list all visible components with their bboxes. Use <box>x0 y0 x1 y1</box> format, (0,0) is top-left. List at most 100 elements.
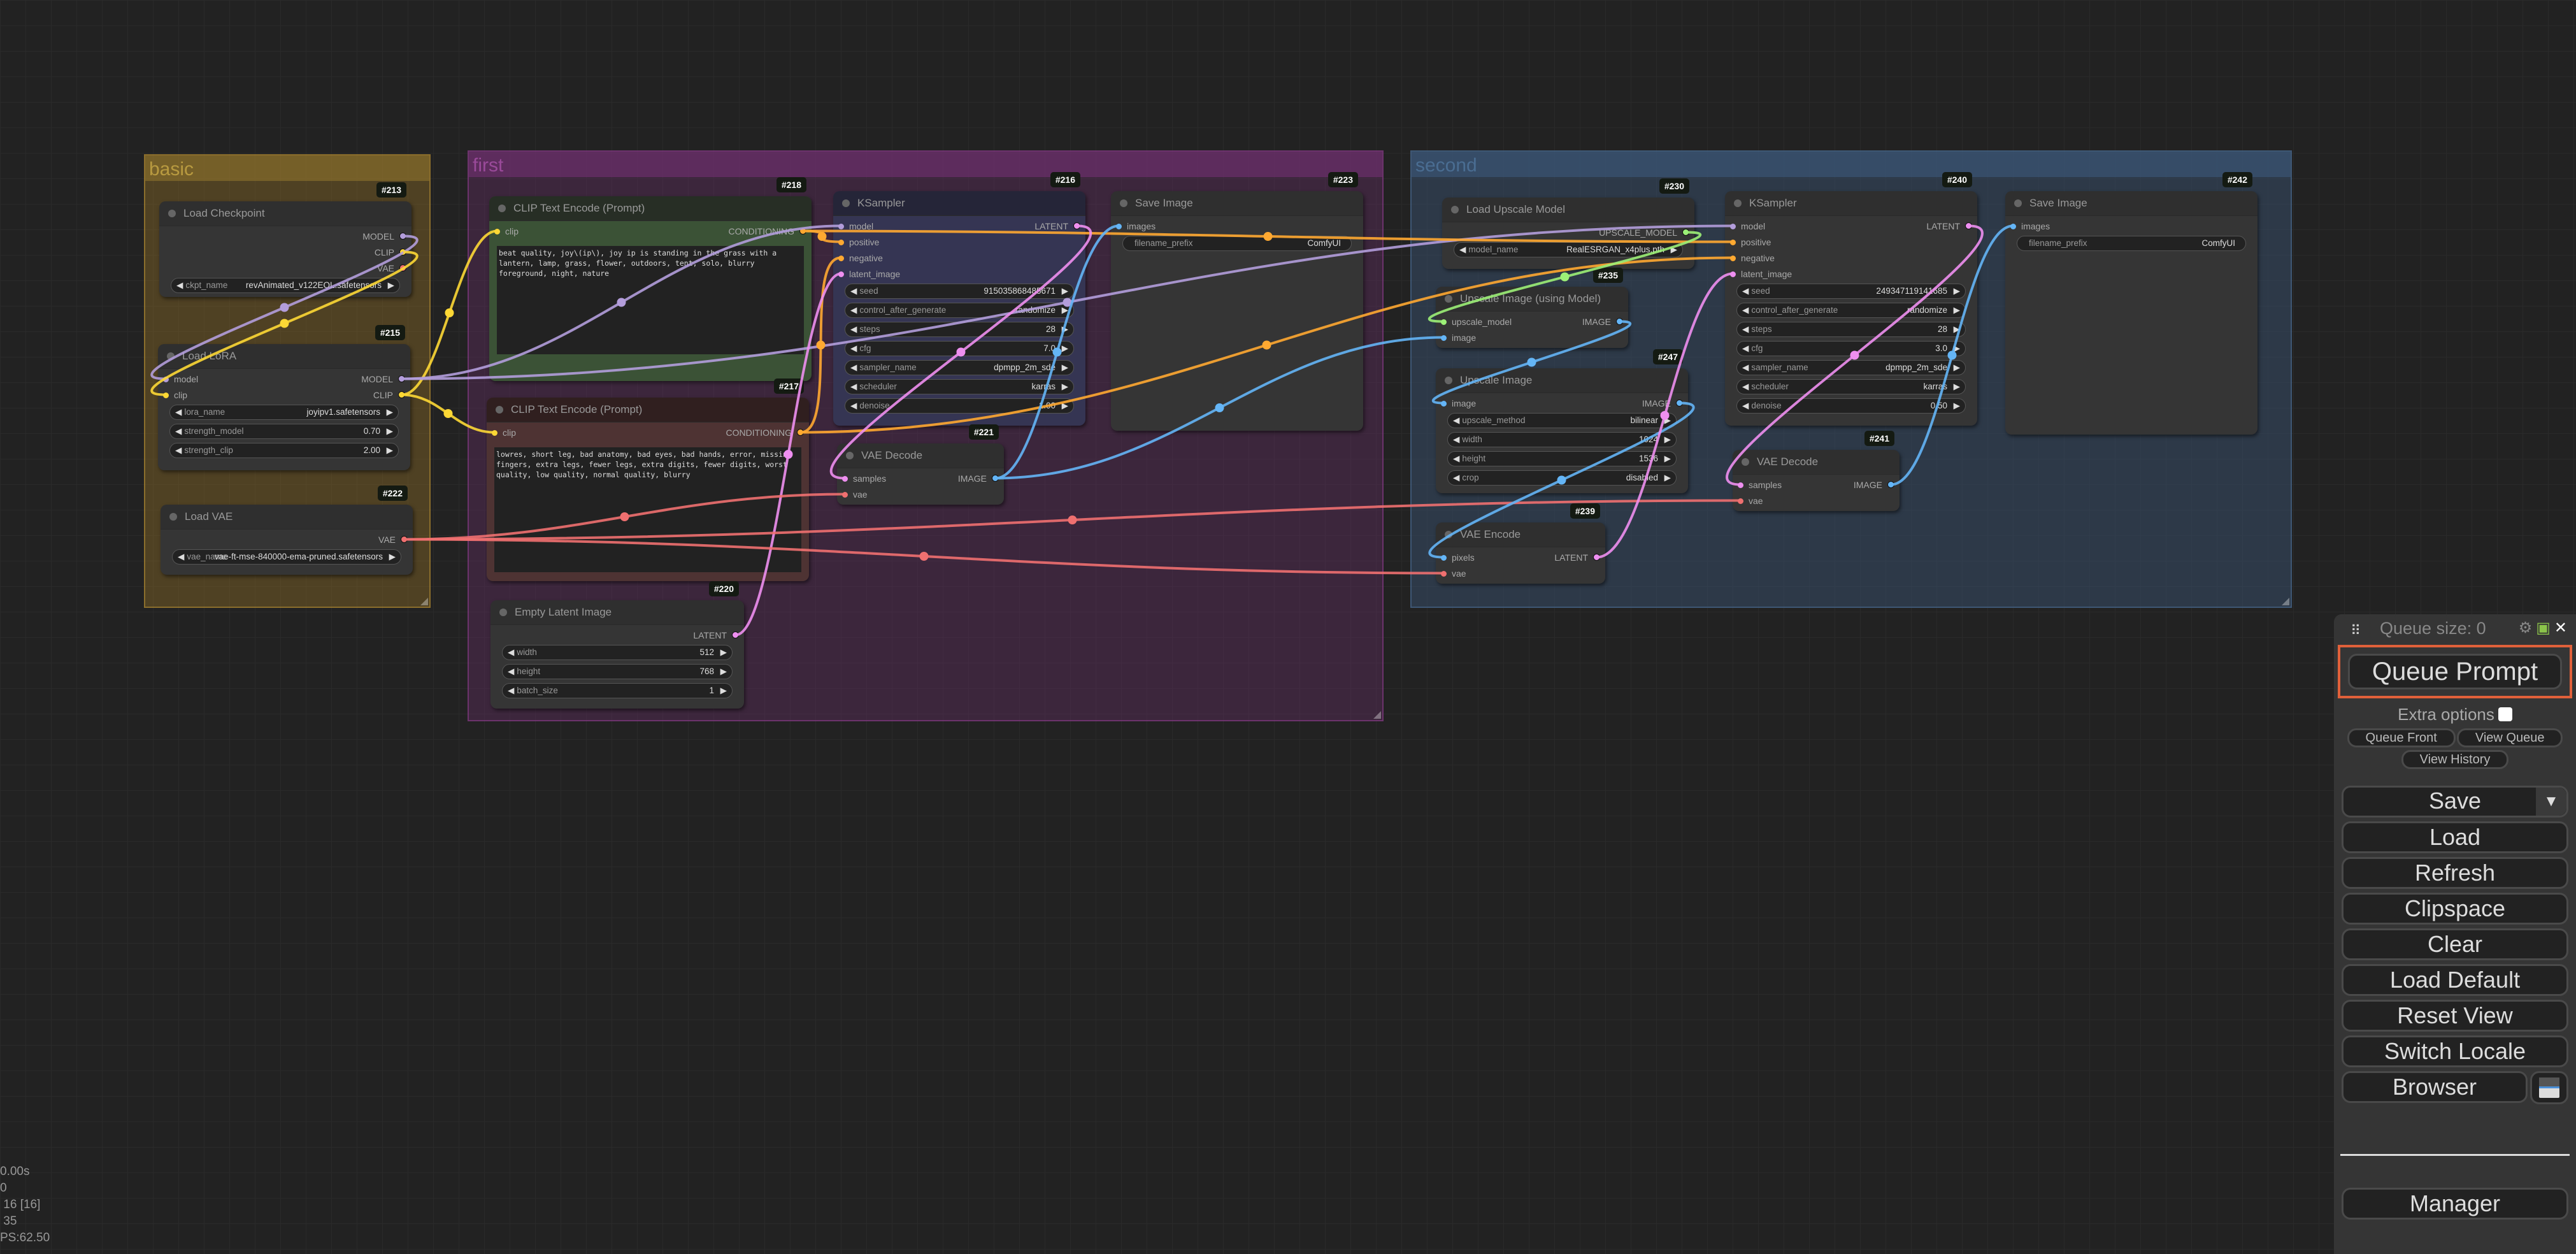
slot-dot-icon[interactable] <box>1965 222 1972 229</box>
slot-dot-icon[interactable] <box>1116 224 1122 229</box>
node-load-checkpoint[interactable]: #213 Load Checkpoint MODEL CLIP VAE ckpt_name… <box>159 182 411 297</box>
slot-dot-icon[interactable] <box>838 271 844 277</box>
widget-value[interactable]: revAnimated_v122EOL.safetensors <box>246 278 382 292</box>
widget-model-name[interactable]: model_name RealESRGAN_x4plus.pth ▶ <box>1454 242 1683 257</box>
input-slot-image[interactable]: image <box>1441 330 1476 346</box>
slot-dot-icon[interactable] <box>732 631 739 638</box>
input-slot-vae[interactable]: vae <box>842 487 868 503</box>
node-title-bar[interactable]: CLIP Text Encode (Prompt) <box>487 398 809 422</box>
collapse-toggle-icon[interactable] <box>2014 199 2022 207</box>
widget-value[interactable]: 0.70 <box>364 424 380 438</box>
group-title[interactable]: first <box>469 152 1382 177</box>
increment-arrow-icon[interactable]: ▶ <box>720 665 727 679</box>
widget-strength-clip[interactable]: strength_clip 2.00 ▶ <box>169 443 399 458</box>
node-title-bar[interactable]: Upscale Image (using Model) <box>1436 287 1628 312</box>
collapse-toggle-icon[interactable] <box>167 352 175 360</box>
slot-dot-icon[interactable] <box>401 536 408 543</box>
collapse-toggle-icon[interactable] <box>1451 206 1459 213</box>
node-vae-decode[interactable]: #221 VAE Decode samples IMAGE vae <box>837 424 1004 505</box>
increment-arrow-icon[interactable]: ▶ <box>1062 399 1068 413</box>
widget-cfg[interactable]: cfg 7.0 ▶ <box>845 341 1074 356</box>
widget-value[interactable]: 1 <box>709 684 714 698</box>
link-midpoint-handle[interactable] <box>443 409 453 418</box>
increment-arrow-icon[interactable]: ▶ <box>1954 361 1960 375</box>
view-queue-button[interactable]: View Queue <box>2456 728 2563 747</box>
slot-dot-icon[interactable] <box>163 393 169 398</box>
slot-dot-icon[interactable] <box>398 391 405 398</box>
node-vae-decode[interactable]: #241 VAE Decode samples IMAGE vae <box>1733 431 1900 511</box>
node-save-image[interactable]: #223 Save Image images filename_prefix Comfy… <box>1111 172 1363 431</box>
output-slot-conditioning[interactable]: CONDITIONING <box>729 224 806 240</box>
node-save-image[interactable]: #242 Save Image images filename_prefix Comfy… <box>2005 172 2258 435</box>
widget-value[interactable]: karras <box>1923 380 1947 394</box>
node-title-bar[interactable]: Save Image <box>2005 191 2258 216</box>
increment-arrow-icon[interactable]: ▶ <box>1062 361 1068 375</box>
load-button[interactable]: Load <box>2342 821 2568 853</box>
output-slot-upscale_model[interactable]: UPSCALE_MODEL <box>1599 225 1689 241</box>
widget-value[interactable]: 7.0 <box>1043 342 1055 356</box>
output-slot-vae[interactable]: VAE <box>378 532 408 548</box>
save-floppy-button[interactable] <box>2530 1071 2568 1104</box>
view-history-button[interactable]: View History <box>2401 750 2509 769</box>
input-slot-images[interactable]: images <box>1116 219 1156 234</box>
increment-arrow-icon[interactable]: ▶ <box>1954 284 1960 298</box>
slot-dot-icon[interactable] <box>1593 554 1600 561</box>
group-resize-handle[interactable] <box>420 598 428 605</box>
output-slot-image[interactable]: IMAGE <box>1642 396 1683 412</box>
widget-crop[interactable]: crop disabled ▶ <box>1447 470 1677 486</box>
output-slot-model[interactable]: MODEL <box>362 229 406 245</box>
increment-arrow-icon[interactable]: ▶ <box>1954 303 1960 317</box>
output-slot-latent[interactable]: LATENT <box>1034 219 1080 234</box>
slot-dot-icon[interactable] <box>838 240 844 245</box>
collapse-toggle-icon[interactable] <box>498 205 506 212</box>
input-slot-model[interactable]: model <box>1730 219 1765 234</box>
widget-value[interactable]: randomize <box>1015 303 1055 317</box>
node-title-bar[interactable]: KSampler <box>1725 191 1977 216</box>
widget-scheduler[interactable]: scheduler karras ▶ <box>1736 379 1966 394</box>
widget-batch-size[interactable]: batch_size 1 ▶ <box>502 683 733 698</box>
widget-value[interactable]: vae-ft-mse-840000-ema-pruned.safetensors <box>215 550 383 564</box>
slot-dot-icon[interactable] <box>1730 240 1736 245</box>
queue-front-button[interactable]: Queue Front <box>2347 728 2456 747</box>
node-ksampler[interactable]: #240 KSampler model LATENT positive negative l… <box>1725 172 1977 426</box>
slot-dot-icon[interactable] <box>494 229 500 234</box>
increment-arrow-icon[interactable]: ▶ <box>720 645 727 659</box>
widget-value[interactable]: 3.0 <box>1935 342 1947 356</box>
slot-dot-icon[interactable] <box>399 264 406 271</box>
slot-dot-icon[interactable] <box>399 249 406 256</box>
save-button[interactable]: Save ▼ <box>2342 786 2568 818</box>
output-slot-clip[interactable]: CLIP <box>373 387 405 403</box>
prompt-textarea[interactable]: lowres, short leg, bad anatomy, bad eyes… <box>494 447 801 572</box>
queue-prompt-button[interactable]: Queue Prompt <box>2348 654 2562 689</box>
widget-width[interactable]: width 512 ▶ <box>502 645 733 660</box>
node-title-bar[interactable]: Upscale Image <box>1436 368 1688 393</box>
switch-locale-button[interactable]: Switch Locale <box>2342 1035 2568 1067</box>
widget-steps[interactable]: steps 28 ▶ <box>845 322 1074 337</box>
widget-value[interactable]: 1024 <box>1639 433 1658 447</box>
group-resize-handle[interactable] <box>1373 711 1381 719</box>
widget-value[interactable]: ComfyUI <box>2201 236 2235 250</box>
node-clip-text-encode-prompt[interactable]: #218 CLIP Text Encode (Prompt) clip CONDITI… <box>489 177 812 381</box>
widget-value[interactable]: joyipv1.safetensors <box>306 405 380 419</box>
widget-width[interactable]: width 1024 ▶ <box>1447 432 1677 447</box>
slot-dot-icon[interactable] <box>1738 498 1743 504</box>
widget-value[interactable]: dpmpp_2m_sde <box>1885 361 1947 375</box>
increment-arrow-icon[interactable]: ▶ <box>1671 243 1677 257</box>
node-upscale-image-using-model[interactable]: #235 Upscale Image (using Model) upscale_m… <box>1436 268 1628 348</box>
input-slot-model[interactable]: model <box>838 219 873 234</box>
widget-lora-name[interactable]: lora_name joyipv1.safetensors ▶ <box>169 405 399 420</box>
widget-value[interactable]: karras <box>1031 380 1055 394</box>
widget-value[interactable]: 1.00 <box>1039 399 1055 413</box>
prompt-textarea[interactable]: beat quality, joy\(ip\), joy ip is stand… <box>497 246 804 354</box>
slot-dot-icon[interactable] <box>163 377 169 382</box>
group-resize-handle[interactable] <box>2282 598 2289 605</box>
widget-filename-prefix[interactable]: filename_prefix ComfyUI <box>2017 236 2246 251</box>
input-slot-positive[interactable]: positive <box>1730 234 1771 250</box>
node-title-bar[interactable]: CLIP Text Encode (Prompt) <box>489 196 812 221</box>
input-slot-pixels[interactable]: pixels <box>1441 550 1475 566</box>
node-clip-text-encode-prompt[interactable]: #217 CLIP Text Encode (Prompt) clip CONDITI… <box>487 378 809 581</box>
output-slot-model[interactable]: MODEL <box>361 371 405 387</box>
node-title-bar[interactable]: Empty Latent Image <box>490 600 744 625</box>
slot-dot-icon[interactable] <box>1730 271 1736 277</box>
node-upscale-image[interactable]: #247 Upscale Image image IMAGE upscale_metho… <box>1436 349 1688 493</box>
